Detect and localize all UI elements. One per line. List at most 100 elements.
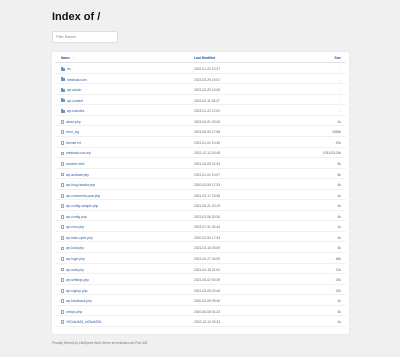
file-icon <box>61 267 64 272</box>
file-link[interactable]: wp-load.php <box>66 246 84 250</box>
file-listing-table: Name ↑ Last Modified Size hs 2022-01-22 1… <box>52 52 349 334</box>
file-name-cell: readme.html <box>61 162 84 166</box>
file-link[interactable]: mekhala.com <box>67 78 87 82</box>
file-link[interactable]: wp-admin <box>67 88 81 92</box>
table-row: wp-content 2023-02-11 05:37 - <box>55 97 346 106</box>
file-name-cell: wp-config-sample.php <box>61 204 98 208</box>
file-link[interactable]: hs <box>67 67 70 71</box>
last-modified-cell: 2021-04-15 21:02 <box>194 267 221 272</box>
file-link[interactable]: wp-config.php <box>66 215 87 219</box>
size-column-header[interactable]: Size <box>334 56 341 60</box>
folder-icon <box>61 77 65 82</box>
file-link[interactable]: wp-signup.php <box>66 289 87 293</box>
size-cell: 4k <box>337 235 341 240</box>
file-name-cell: wp-cron.php <box>61 225 84 229</box>
size-cell: 4k <box>337 119 341 124</box>
last-modified-cell: 2023-06-05 17:58 <box>194 130 221 135</box>
file-name-cell: wp-config.php <box>61 215 87 219</box>
file-name-cell: wp-blog-header.php <box>61 183 95 187</box>
name-column-label: Name <box>61 56 70 60</box>
file-link[interactable]: wp-trackback.php <box>66 299 92 303</box>
size-cell: 4056k <box>332 130 341 135</box>
file-icon <box>61 225 64 230</box>
file-name-cell: wp-mail.php <box>61 268 84 272</box>
size-cell: 4k <box>337 214 341 219</box>
last-modified-cell: 2021-04-27 04:09 <box>194 256 221 261</box>
file-name-cell: wp-admin <box>61 87 81 92</box>
last-modified-cell: 2020-06-08 01:23 <box>194 309 221 314</box>
folder-icon <box>61 108 65 113</box>
file-name-cell: wp-links-opml.php <box>61 236 93 240</box>
table-row: wp-blog-header.php 2020-02-06 17:33 4k <box>55 182 346 190</box>
server-footer: Proudly Served by LiteSpeed Web Server a… <box>52 341 148 345</box>
file-link[interactable]: wp-includes <box>67 109 84 113</box>
table-row: wp-config-sample.php 2021-05-21 20:19 4k <box>55 203 346 211</box>
file-name-cell: wp-signup.php <box>61 289 87 293</box>
size-cell: 4k <box>337 299 341 304</box>
file-name-cell: wp-trackback.php <box>61 299 92 303</box>
file-link[interactable]: wp-activate.php <box>66 173 89 177</box>
page-title: Index of / <box>52 11 101 23</box>
file-link[interactable]: xmlrpc.php <box>66 310 82 314</box>
last-modified-column-header[interactable]: Last Modified <box>194 56 215 60</box>
last-modified-cell: 2021-05-21 20:19 <box>194 204 221 209</box>
file-icon <box>61 235 64 240</box>
file-icon <box>61 214 64 219</box>
file-link[interactable]: wp-content <box>67 99 83 103</box>
file-name-cell: wp-content <box>61 98 83 103</box>
last-modified-cell: 2023-07-31 04:44 <box>194 225 221 230</box>
size-cell: 4k <box>337 183 341 188</box>
file-icon <box>61 151 64 156</box>
file-link[interactable]: wp-cron.php <box>66 225 84 229</box>
table-row: wp-load.php 2021-03-18 03:09 4k <box>55 245 346 254</box>
table-row: about.php 2023-04-21 03:26 4k <box>55 118 346 127</box>
last-modified-cell: 2020-03-05 09:40 <box>194 299 221 304</box>
file-name-cell: wp-includes <box>61 108 84 113</box>
last-modified-cell: 2021-03-17 23:38 <box>194 193 221 198</box>
file-icon <box>61 257 64 261</box>
last-modified-cell: 2020-02-06 17:33 <box>194 235 221 240</box>
size-cell: - <box>339 109 341 114</box>
file-icon <box>61 119 64 124</box>
file-link[interactable]: wp-links-opml.php <box>66 236 93 240</box>
file-link[interactable]: license.txt <box>66 141 81 145</box>
last-modified-cell: 2021-03-05 21:43 <box>194 162 221 167</box>
table-row: YKDdsJkJ8_vxDkeMSN 2022-12-12 09:33 4k <box>55 319 346 327</box>
file-link[interactable]: error_log <box>66 130 79 134</box>
size-cell: 4k <box>337 320 341 325</box>
file-link[interactable]: mekhala.com.zip <box>66 151 91 155</box>
file-link[interactable]: wp-settings.php <box>66 278 89 282</box>
last-modified-cell: 2023-03-06 20:30 <box>194 214 221 219</box>
size-cell: 105142124k <box>322 151 341 156</box>
file-link[interactable]: wp-mail.php <box>66 268 84 272</box>
file-link[interactable]: YKDdsJkJ8_vxDkeMSN <box>66 320 101 324</box>
table-row: readme.html 2021-03-05 21:43 8k <box>55 160 346 169</box>
file-icon <box>61 204 64 209</box>
folder-icon <box>61 66 65 71</box>
table-row: wp-comments-post.php 2021-03-17 23:38 4k <box>55 192 346 201</box>
filter-names-input[interactable] <box>52 31 118 43</box>
last-modified-cell: 2020-02-06 17:33 <box>194 183 221 188</box>
file-link[interactable]: wp-blog-header.php <box>66 183 95 187</box>
file-name-cell: YKDdsJkJ8_vxDkeMSN <box>61 320 101 324</box>
last-modified-cell: 2021-01-01 10:40 <box>194 140 221 145</box>
size-cell: 4k <box>337 309 341 314</box>
last-modified-cell: 2023-04-21 03:26 <box>194 119 221 124</box>
table-row: error_log 2023-06-05 17:58 4056k <box>55 129 346 137</box>
file-link[interactable]: wp-login.php <box>66 257 85 261</box>
size-cell: - <box>339 88 341 93</box>
table-row: license.txt 2021-01-01 10:40 20k <box>55 139 346 148</box>
file-link[interactable]: about.php <box>66 120 81 124</box>
table-row: wp-mail.php 2021-04-15 21:02 12k <box>55 266 346 275</box>
name-column-header[interactable]: Name ↑ <box>61 56 74 60</box>
table-row: mekhala.com 2023-03-29 15:01 - <box>55 76 346 85</box>
file-link[interactable]: readme.html <box>66 162 84 166</box>
file-icon <box>61 309 64 314</box>
size-cell: 4k <box>337 246 341 251</box>
table-row: wp-signup.php 2021-03-05 02:46 32k <box>55 287 346 296</box>
size-cell: 32k <box>335 288 341 293</box>
file-link[interactable]: wp-comments-post.php <box>66 194 100 198</box>
file-link[interactable]: wp-config-sample.php <box>66 204 98 208</box>
size-cell: 4k <box>337 204 341 209</box>
table-row: wp-config.php 2023-03-06 20:30 4k <box>55 213 346 222</box>
